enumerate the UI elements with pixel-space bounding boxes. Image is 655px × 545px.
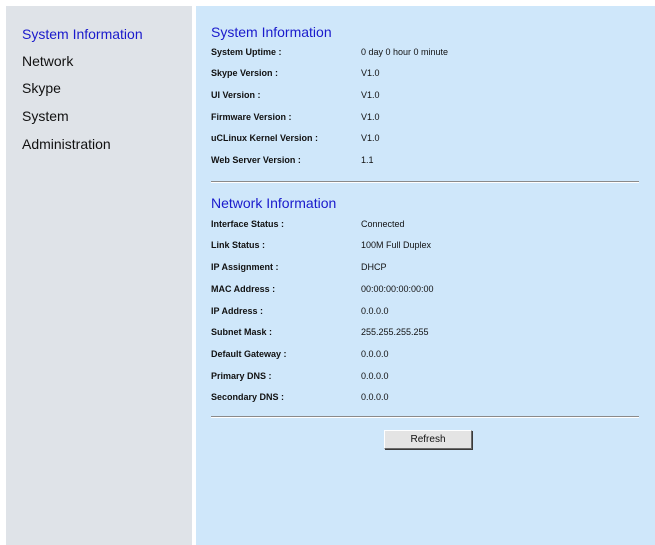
row-label: IP Address : <box>211 306 264 316</box>
row-label: MAC Address : <box>211 284 276 294</box>
info-row-mac-address: MAC Address : 00:00:00:00:00:00 <box>211 282 631 296</box>
row-value: V1.0 <box>361 68 380 78</box>
row-label: UI Version : <box>211 90 261 100</box>
network-information-title: Network Information <box>211 195 337 211</box>
row-value: 1.1 <box>361 155 374 165</box>
sidebar-item-skype[interactable]: Skype <box>22 80 61 96</box>
info-row-system-uptime: System Uptime : 0 day 0 hour 0 minute <box>211 45 631 59</box>
info-row-firmware-version: Firmware Version : V1.0 <box>211 110 631 124</box>
row-value: 100M Full Duplex <box>361 240 432 250</box>
row-label: IP Assignment : <box>211 262 279 272</box>
row-value: 0.0.0.0 <box>361 306 389 316</box>
row-value: 0.0.0.0 <box>361 371 389 381</box>
info-row-subnet-mask: Subnet Mask : 255.255.255.255 <box>211 325 631 339</box>
main-content: System Information System Uptime : 0 day… <box>196 6 655 545</box>
row-value: 255.255.255.255 <box>361 327 429 337</box>
system-information-title: System Information <box>211 24 332 40</box>
info-row-ip-assignment: IP Assignment : DHCP <box>211 260 631 274</box>
row-label: Firmware Version : <box>211 112 292 122</box>
sidebar-item-administration[interactable]: Administration <box>22 136 111 152</box>
row-value: 0.0.0.0 <box>361 349 389 359</box>
info-row-secondary-dns: Secondary DNS : 0.0.0.0 <box>211 390 631 404</box>
sidebar-item-system-information[interactable]: System Information <box>22 26 143 42</box>
row-label: Secondary DNS : <box>211 392 285 402</box>
row-value: V1.0 <box>361 133 380 143</box>
page-frame: System Information Network Skype System … <box>6 6 655 545</box>
refresh-button[interactable]: Refresh <box>384 430 472 449</box>
section-divider <box>211 416 639 418</box>
row-label: Subnet Mask : <box>211 327 273 337</box>
row-label: Skype Version : <box>211 68 279 78</box>
row-value: V1.0 <box>361 90 380 100</box>
info-row-ui-version: UI Version : V1.0 <box>211 88 631 102</box>
info-row-web-server-version: Web Server Version : 1.1 <box>211 153 631 167</box>
info-row-default-gateway: Default Gateway : 0.0.0.0 <box>211 347 631 361</box>
row-value: 0.0.0.0 <box>361 392 389 402</box>
info-row-primary-dns: Primary DNS : 0.0.0.0 <box>211 369 631 383</box>
row-label: Link Status : <box>211 240 266 250</box>
row-label: System Uptime : <box>211 47 282 57</box>
row-value: 00:00:00:00:00:00 <box>361 284 434 294</box>
sidebar: System Information Network Skype System … <box>6 6 192 545</box>
row-value: V1.0 <box>361 112 380 122</box>
row-label: uCLinux Kernel Version : <box>211 133 319 143</box>
row-value: 0 day 0 hour 0 minute <box>361 47 449 57</box>
sidebar-item-network[interactable]: Network <box>22 53 73 69</box>
row-value: DHCP <box>361 262 387 272</box>
info-row-skype-version: Skype Version : V1.0 <box>211 66 631 80</box>
sidebar-item-system[interactable]: System <box>22 108 69 124</box>
row-label: Web Server Version : <box>211 155 301 165</box>
info-row-link-status: Link Status : 100M Full Duplex <box>211 238 631 252</box>
row-label: Interface Status : <box>211 219 285 229</box>
row-label: Primary DNS : <box>211 371 272 381</box>
info-row-ip-address: IP Address : 0.0.0.0 <box>211 304 631 318</box>
row-label: Default Gateway : <box>211 349 287 359</box>
info-row-uclinux-kernel-version: uCLinux Kernel Version : V1.0 <box>211 131 631 145</box>
info-row-interface-status: Interface Status : Connected <box>211 217 631 231</box>
section-divider <box>211 181 639 183</box>
row-value: Connected <box>361 219 405 229</box>
